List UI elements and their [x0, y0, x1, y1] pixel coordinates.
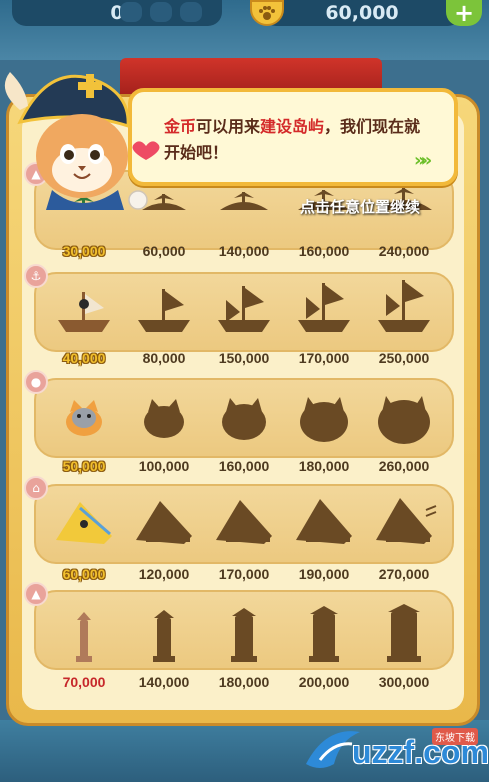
island-price-5: 240,000	[378, 243, 430, 259]
tower-price-5: 300,000	[378, 674, 430, 690]
ship-item-2[interactable]	[124, 278, 204, 338]
tent-item-2[interactable]	[124, 490, 204, 550]
ship-price-4: 170,000	[298, 350, 350, 366]
tutorial-dialog[interactable]: 金币可以用来建设岛屿，我们现在就开始吧！ »»	[128, 88, 458, 186]
tower-item-5[interactable]	[364, 596, 444, 662]
cat-price-2: 100,000	[138, 458, 190, 474]
cat-slot-icon	[120, 2, 142, 22]
tower-item-4[interactable]	[284, 596, 364, 662]
tower-price-2: 140,000	[138, 674, 190, 690]
dialog-text: 金币可以用来建设岛屿，我们现在就开始吧！	[164, 114, 434, 166]
ship-price-2: 80,000	[142, 350, 186, 366]
tower-price-4: 200,000	[298, 674, 350, 690]
cat-item-3[interactable]	[204, 384, 284, 444]
tent-price-1: 60,000	[62, 566, 106, 582]
continue-hint: 点击任意位置继续	[300, 198, 421, 216]
tent-item-1[interactable]	[44, 490, 124, 550]
tower-price-1: 70,000	[62, 674, 106, 690]
cat-item-1[interactable]	[44, 384, 124, 444]
ship-item-1[interactable]	[44, 278, 124, 338]
tower-price-3: 180,000	[218, 674, 270, 690]
tower-item-1[interactable]	[44, 596, 124, 662]
cat-price-3: 160,000	[218, 458, 270, 474]
tent-price-3: 170,000	[218, 566, 270, 582]
ship-price-1: 40,000	[62, 350, 106, 366]
dialog-highlight-build: 建设岛屿	[260, 117, 325, 136]
cat-item-2[interactable]	[124, 384, 204, 444]
tower-item-2[interactable]	[124, 596, 204, 662]
coin-counter: 60,000	[262, 0, 462, 26]
pirate-cat-captain	[4, 72, 160, 210]
tent-item-3[interactable]	[204, 490, 284, 550]
ship-item-5[interactable]	[364, 278, 444, 338]
cat-item-4[interactable]	[284, 384, 364, 444]
dialog-highlight-coins: 金币	[164, 117, 197, 136]
island-price-3: 140,000	[218, 243, 270, 259]
cat-slot-icon	[150, 2, 172, 22]
island-price-2: 60,000	[142, 243, 186, 259]
add-coins-button[interactable]: +	[446, 0, 482, 27]
tent-price-2: 120,000	[138, 566, 190, 582]
ship-price-3: 150,000	[218, 350, 270, 366]
ship-item-4[interactable]	[284, 278, 364, 338]
island-price-1: 30,000	[62, 243, 106, 259]
tent-price-5: 270,000	[378, 566, 430, 582]
tower-item-3[interactable]	[204, 596, 284, 662]
cat-price-1: 50,000	[62, 458, 106, 474]
tent-price-4: 190,000	[298, 566, 350, 582]
cat-item-5[interactable]	[364, 384, 444, 444]
ship-price-5: 250,000	[378, 350, 430, 366]
cat-price-4: 180,000	[298, 458, 350, 474]
cat-price-5: 260,000	[378, 458, 430, 474]
tent-item-5[interactable]	[364, 490, 444, 550]
tent-item-4[interactable]	[284, 490, 364, 550]
dialog-text-part: 可以用来	[196, 117, 261, 136]
cat-slot-icon	[180, 2, 202, 22]
ship-item-3[interactable]	[204, 278, 284, 338]
next-arrow-icon[interactable]: »»	[414, 150, 432, 171]
watermark-sub: 东坡下载	[432, 728, 478, 745]
island-price-4: 160,000	[298, 243, 350, 259]
coin-counter-value: 60,000	[325, 2, 399, 24]
